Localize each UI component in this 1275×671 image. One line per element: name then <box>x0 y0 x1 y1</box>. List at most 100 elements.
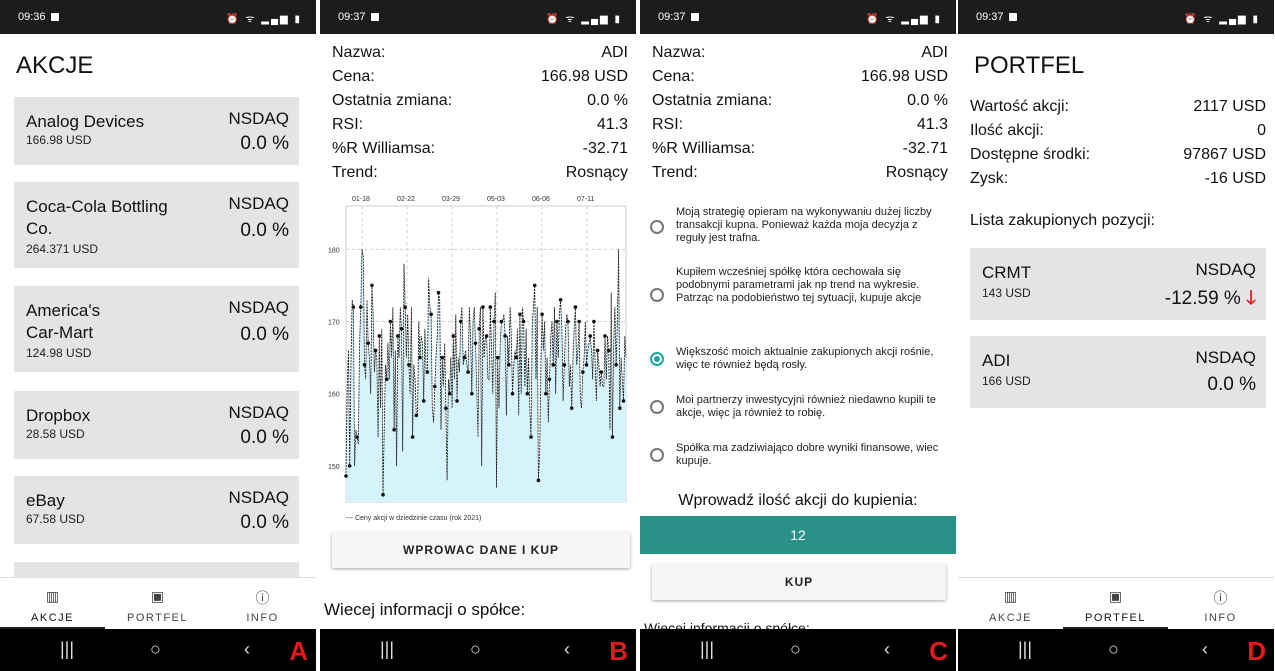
position-price: 143 USD <box>982 286 1031 300</box>
chart-point <box>510 391 515 396</box>
chart-point <box>362 363 367 367</box>
quantity-label: Wprowadź ilość akcji do kupienia: <box>678 492 918 509</box>
status-bar: 09:37 ⏰ ᯤ ▂▄▆ ▮ <box>320 0 636 34</box>
buy-button[interactable]: KUP <box>652 564 946 600</box>
chart-point <box>444 406 448 410</box>
nav-tab-portfel[interactable]: ▣ PORTFEL <box>1063 578 1168 630</box>
chart-point <box>532 283 537 288</box>
stock-name: Coca-Cola Bottling Co. <box>26 197 168 238</box>
chart-icon: ▥ <box>45 588 60 604</box>
back-icon[interactable]: ‹ <box>244 639 250 660</box>
chart-x-tick-label: 03-29 <box>442 196 460 203</box>
chart-point <box>618 406 622 410</box>
chart-point <box>588 334 593 338</box>
info-icon: ⓘ <box>255 590 270 606</box>
chart-y-ticks: 150 160 170 180 <box>328 247 340 471</box>
chart-point <box>547 377 552 382</box>
status-bar: 09:37 ⏰ ᯤ ▂▄▆ ▮ <box>958 0 1274 34</box>
chart-point <box>451 334 456 338</box>
chart-point <box>373 348 378 353</box>
chart-point <box>536 478 541 483</box>
chart-point <box>347 464 352 468</box>
chart-x-ticks: 01-18 02-22 03-29 05-03 06-06 07-11 <box>352 196 594 203</box>
system-nav-bar: ||| ○ ‹ <box>640 629 956 671</box>
back-icon[interactable]: ‹ <box>564 639 570 660</box>
nav-tab-portfel[interactable]: ▣ PORTFEL <box>105 578 210 630</box>
recent-apps-icon[interactable]: ||| <box>60 639 74 660</box>
back-icon[interactable]: ‹ <box>884 639 890 660</box>
bottom-navigation: ▥ AKCJE ▣ PORTFEL ⓘ INFO <box>0 577 316 630</box>
chart-point <box>525 391 530 396</box>
chart-point <box>466 370 470 374</box>
home-icon[interactable]: ○ <box>790 639 801 660</box>
stock-name: Dropbox <box>26 406 91 425</box>
panel-label: C <box>929 636 948 666</box>
nav-tab-akcje[interactable]: ▥ AKCJE <box>958 578 1063 630</box>
status-bar: 09:37 ⏰ ᯤ ▂▄▆ ▮ <box>640 0 956 34</box>
back-icon[interactable]: ‹ <box>1202 639 1208 660</box>
chart-point <box>592 319 596 324</box>
chart-y-tick-label: 180 <box>328 247 340 254</box>
stock-exchange: NSDAQ <box>228 194 289 213</box>
chart-point <box>595 348 600 353</box>
chart-point <box>403 305 408 309</box>
enter-data-buy-button[interactable]: WPROWAC DANE I KUP <box>332 532 630 568</box>
chart-point <box>414 413 419 418</box>
radio-button[interactable] <box>650 220 664 234</box>
chart-point <box>521 319 526 324</box>
stock-card[interactable]: America's Car-Mart 124.98 USD NSDAQ 0.0 … <box>14 286 299 372</box>
recent-apps-icon[interactable]: ||| <box>1018 639 1032 660</box>
system-nav-bar: ||| ○ ‹ <box>958 629 1274 671</box>
page-title: AKCJE <box>16 52 94 79</box>
chart-legend: --- Ceny akcji w dziedzinie czasu (rok 2… <box>346 515 481 522</box>
position-card[interactable]: CRMT 143 USD NSDAQ -12.59 % 🡓 <box>970 248 1266 320</box>
recent-apps-icon[interactable]: ||| <box>380 639 394 660</box>
chart-point <box>507 363 511 367</box>
screen-akcje: 09:36 ⏰ ᯤ ▂▄▆ ▮ AKCJE Analog Devices 166… <box>0 0 316 671</box>
nav-tab-akcje[interactable]: ▥ AKCJE <box>0 578 105 630</box>
nav-tab-info[interactable]: ⓘ INFO <box>210 578 315 630</box>
stock-change: 0.0 % <box>240 324 289 345</box>
home-icon[interactable]: ○ <box>1108 639 1119 660</box>
more-info-heading: Wiecej informacji o spółce: <box>324 600 526 619</box>
chart-point <box>584 363 589 367</box>
home-icon[interactable]: ○ <box>150 639 161 660</box>
stock-exchange: NSDAQ <box>228 109 289 128</box>
chart-point <box>366 341 371 345</box>
stock-card[interactable]: eBay 67.58 USD NSDAQ 0.0 % <box>14 476 299 544</box>
bottom-navigation: ▥ AKCJE ▣ PORTFEL ⓘ INFO <box>958 577 1274 630</box>
radio-button-selected[interactable] <box>650 352 664 366</box>
radio-button[interactable] <box>650 400 664 414</box>
position-name: ADI <box>982 351 1011 370</box>
position-card[interactable]: ADI 166 USD NSDAQ 0.0 % <box>970 336 1266 408</box>
chart-y-tick-label: 150 <box>328 464 340 471</box>
recent-apps-icon[interactable]: ||| <box>700 639 714 660</box>
chart-point <box>392 428 396 432</box>
nav-tab-info[interactable]: ⓘ INFO <box>1168 578 1273 630</box>
chart-point <box>614 363 618 367</box>
chart-point <box>603 334 607 338</box>
quantity-input[interactable]: 12 <box>640 516 956 554</box>
system-nav-bar: ||| ○ ‹ <box>320 629 636 671</box>
chart-x-tick-label: 06-06 <box>532 196 550 203</box>
chart-point <box>351 305 356 309</box>
status-time: 09:37 <box>338 11 366 23</box>
stock-name: Analog Devices <box>26 112 145 131</box>
stock-card[interactable]: Coca-Cola Bottling Co. 264.371 USD NSDAQ… <box>14 182 299 268</box>
arrow-down-icon: 🡓 <box>1246 288 1256 309</box>
stock-card[interactable]: Analog Devices 166.98 USD NSDAQ 0.0 % <box>14 97 299 165</box>
positions-heading: Lista zakupionych pozycji: <box>970 212 1155 229</box>
stock-name: eBay <box>26 491 65 510</box>
chart-point <box>458 319 463 324</box>
position-change: 0.0 % <box>1207 374 1256 395</box>
position-change: -12.59 % <box>1164 288 1241 309</box>
radio-button[interactable] <box>650 448 664 462</box>
chart-y-tick-label: 160 <box>328 392 340 399</box>
stock-card[interactable]: Dropbox 28.58 USD NSDAQ 0.0 % <box>14 391 299 459</box>
chart-point <box>440 355 445 360</box>
chart-point <box>425 370 430 374</box>
stock-change: 0.0 % <box>240 133 289 154</box>
home-icon[interactable]: ○ <box>470 639 481 660</box>
status-icons: ⏰ ᯤ ▂▄▆ ▮ <box>1184 14 1260 25</box>
radio-button[interactable] <box>650 288 664 302</box>
